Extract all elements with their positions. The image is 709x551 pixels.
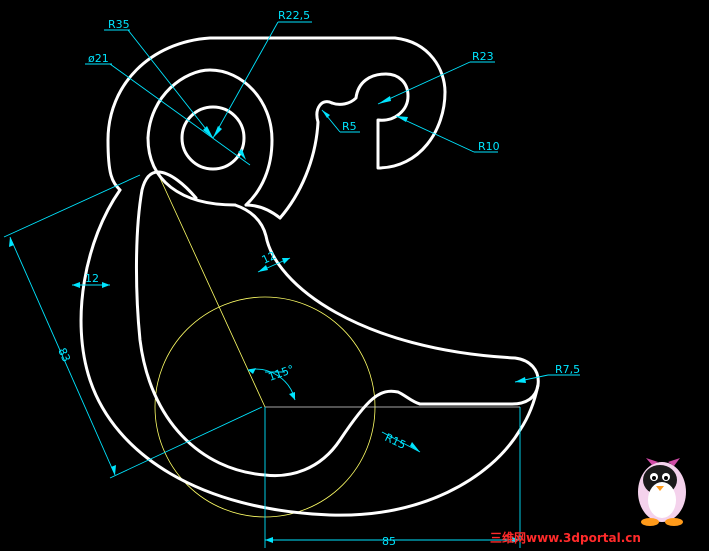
dim-83: 83 bbox=[55, 346, 73, 364]
part-outline bbox=[79, 36, 540, 517]
r10-leader bbox=[395, 115, 475, 153]
watermark-text: 三维网www.3dportal.cn bbox=[490, 530, 641, 545]
dim-r22-5: R22,5 bbox=[278, 9, 310, 22]
dim-115-deg: 115° bbox=[267, 363, 296, 384]
r5-notch bbox=[278, 100, 334, 220]
hub-lower-arc bbox=[106, 138, 122, 192]
construction-geometry bbox=[154, 177, 520, 518]
dim-r15: R15 bbox=[383, 431, 408, 452]
dim-85: 85 bbox=[382, 535, 396, 548]
dim-12-left: 12 bbox=[85, 272, 99, 285]
dim-d21: ø21 bbox=[88, 52, 109, 65]
dim-r10: R10 bbox=[478, 140, 500, 153]
hub-outer-arc bbox=[106, 36, 447, 142]
dimension-lines bbox=[3, 21, 580, 548]
cad-drawing-canvas: R35 R22,5 ø21 R23 R5 R10 12 12 83 115° R… bbox=[0, 0, 709, 551]
penguin-mascot-icon bbox=[638, 458, 686, 526]
dim-r7-5: R7,5 bbox=[555, 363, 580, 376]
dim-r5: R5 bbox=[342, 120, 357, 133]
hook-drawing: R35 R22,5 ø21 R23 R5 R10 12 12 83 115° R… bbox=[3, 9, 686, 548]
dim-r35: R35 bbox=[108, 18, 130, 31]
dim-r23: R23 bbox=[472, 50, 494, 63]
r23-leader bbox=[377, 61, 471, 105]
